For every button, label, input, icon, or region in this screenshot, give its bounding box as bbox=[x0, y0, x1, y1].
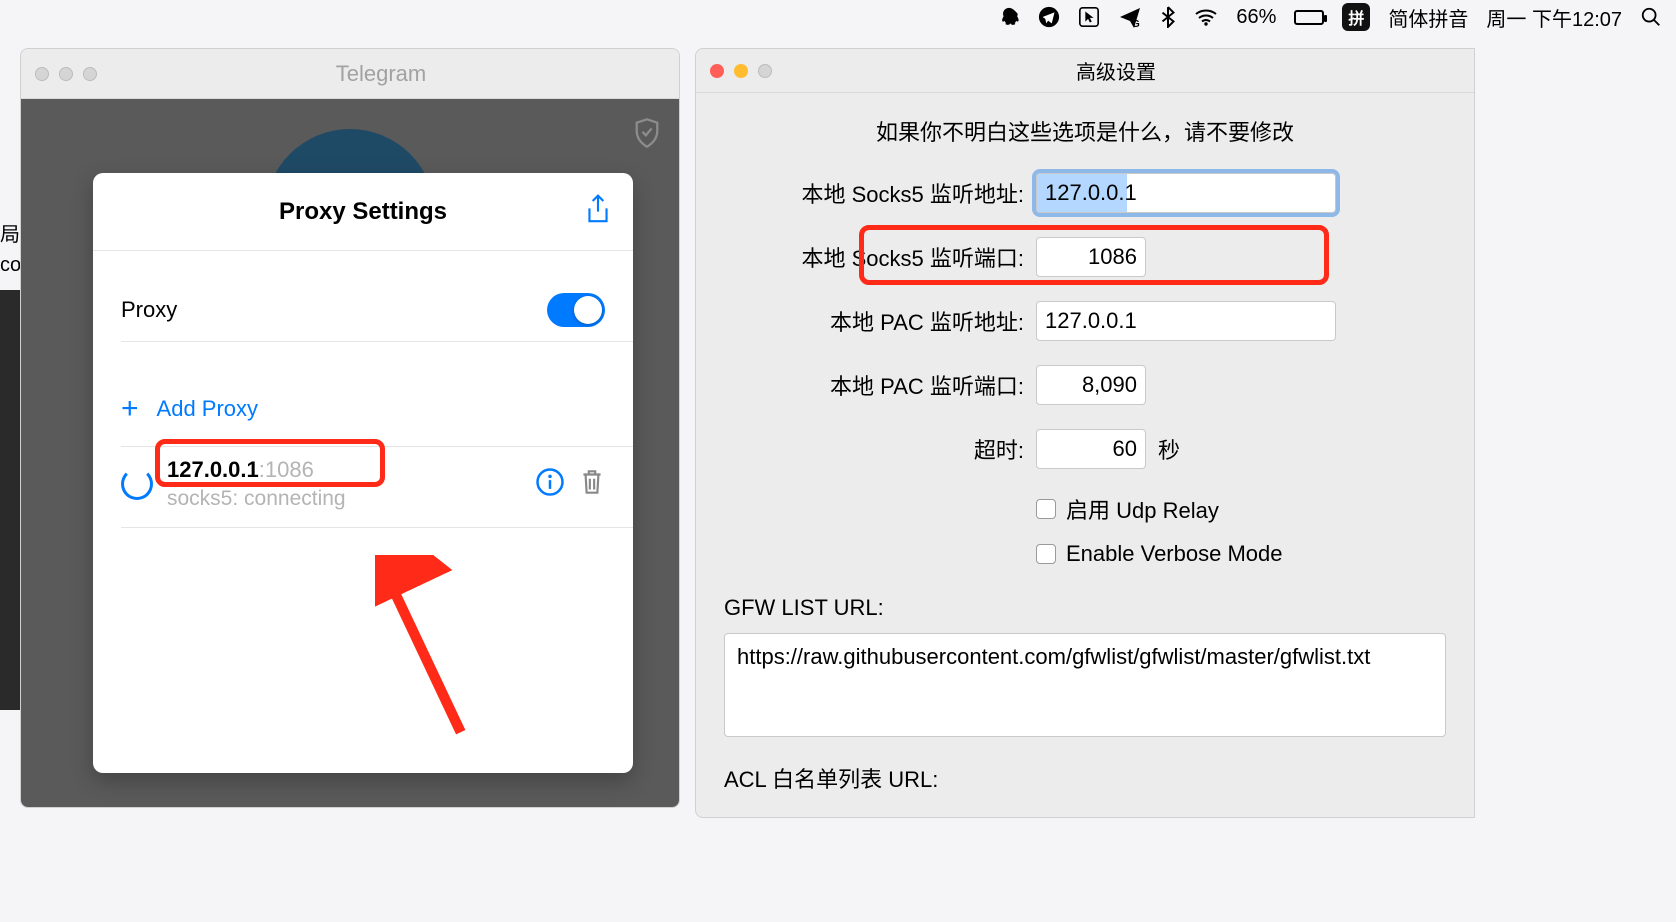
advanced-body: 如果你不明白这些选项是什么，请不要修改 本地 Socks5 监听地址: 本地 S… bbox=[696, 93, 1474, 816]
send-tray-icon[interactable]: G bbox=[1118, 5, 1142, 29]
share-button[interactable] bbox=[585, 193, 611, 230]
advanced-settings-window: 高级设置 如果你不明白这些选项是什么，请不要修改 本地 Socks5 监听地址:… bbox=[695, 48, 1475, 818]
macos-menubar: G 66% 拼 简体拼音 周一 下午12:07 bbox=[984, 0, 1676, 34]
socks5-port-row: 本地 Socks5 监听端口: bbox=[724, 237, 1446, 277]
telegram-title: Telegram bbox=[97, 61, 665, 87]
pac-port-row: 本地 PAC 监听端口: bbox=[724, 365, 1446, 405]
udp-relay-label: 启用 Udp Relay bbox=[1066, 493, 1219, 525]
timeout-input[interactable] bbox=[1036, 429, 1146, 469]
pac-port-label: 本地 PAC 监听端口: bbox=[724, 369, 1024, 401]
minimize-dot[interactable] bbox=[734, 64, 748, 78]
pac-address-row: 本地 PAC 监听地址: bbox=[724, 301, 1446, 341]
proxy-port: :1086 bbox=[259, 457, 314, 482]
qq-icon[interactable] bbox=[998, 6, 1020, 28]
timeout-suffix: 秒 bbox=[1158, 433, 1180, 465]
background-sidebar: 局 co bbox=[0, 220, 22, 710]
pac-port-input[interactable] bbox=[1036, 365, 1146, 405]
proxy-entry[interactable]: 127.0.0.1:1086 socks5: connecting bbox=[93, 447, 633, 527]
advanced-titlebar: 高级设置 bbox=[696, 49, 1474, 93]
minimize-dot[interactable] bbox=[59, 67, 73, 81]
proxy-label: Proxy bbox=[121, 297, 547, 323]
acl-label: ACL 白名单列表 URL: bbox=[724, 762, 1446, 794]
gfw-url-textarea[interactable] bbox=[724, 633, 1446, 737]
delete-button[interactable] bbox=[579, 467, 605, 502]
advanced-title: 高级设置 bbox=[772, 56, 1460, 85]
proxy-popup-title: Proxy Settings bbox=[279, 198, 447, 226]
verbose-checkbox[interactable] bbox=[1036, 544, 1056, 564]
proxy-host: 127.0.0.1 bbox=[167, 457, 259, 482]
socks5-address-input[interactable] bbox=[1036, 173, 1336, 213]
socks5-port-label: 本地 Socks5 监听端口: bbox=[724, 241, 1024, 273]
bg-text-1: 局 bbox=[0, 220, 22, 250]
verbose-label: Enable Verbose Mode bbox=[1066, 541, 1283, 567]
socks5-address-label: 本地 Socks5 监听地址: bbox=[724, 177, 1024, 209]
close-dot[interactable] bbox=[710, 64, 724, 78]
socks5-port-input[interactable] bbox=[1036, 237, 1146, 277]
telegram-body: Proxy Settings Proxy + Add Proxy bbox=[21, 99, 679, 807]
info-button[interactable] bbox=[535, 467, 565, 502]
divider bbox=[121, 527, 633, 528]
battery-percent: 66% bbox=[1236, 6, 1276, 29]
cursor-tray-icon[interactable] bbox=[1078, 6, 1100, 28]
ime-name[interactable]: 简体拼音 bbox=[1388, 3, 1468, 32]
proxy-status: socks5: connecting bbox=[167, 487, 521, 511]
gfw-label: GFW LIST URL: bbox=[724, 595, 1446, 621]
wifi-icon[interactable] bbox=[1194, 8, 1218, 26]
telegram-titlebar: Telegram bbox=[21, 49, 679, 99]
proxy-popup-content: Proxy + Add Proxy 127.0.0.1:1086 bbox=[93, 251, 633, 528]
add-proxy-button[interactable]: + Add Proxy bbox=[93, 372, 633, 446]
verbose-row[interactable]: Enable Verbose Mode bbox=[1036, 541, 1446, 567]
traffic-lights[interactable] bbox=[35, 67, 97, 81]
clock[interactable]: 周一 下午12:07 bbox=[1486, 3, 1622, 32]
udp-relay-row[interactable]: 启用 Udp Relay bbox=[1036, 493, 1446, 525]
proxy-settings-popup: Proxy Settings Proxy + Add Proxy bbox=[93, 173, 633, 773]
proxy-toggle[interactable] bbox=[547, 293, 605, 327]
pac-address-label: 本地 PAC 监听地址: bbox=[724, 305, 1024, 337]
svg-text:G: G bbox=[1132, 19, 1140, 29]
telegram-window: Telegram Proxy Settings Proxy bbox=[20, 48, 680, 808]
gfw-section: GFW LIST URL: bbox=[724, 595, 1446, 742]
proxy-toggle-row: Proxy bbox=[93, 279, 633, 341]
timeout-row: 超时: 秒 bbox=[724, 429, 1446, 469]
zoom-dot[interactable] bbox=[83, 67, 97, 81]
traffic-lights[interactable] bbox=[710, 64, 772, 78]
bg-dark-block bbox=[0, 290, 22, 710]
telegram-tray-icon[interactable] bbox=[1038, 6, 1060, 28]
spotlight-icon[interactable] bbox=[1640, 6, 1662, 28]
add-proxy-label: Add Proxy bbox=[157, 396, 259, 422]
socks5-address-row: 本地 Socks5 监听地址: bbox=[724, 173, 1446, 213]
battery-icon[interactable] bbox=[1294, 10, 1324, 25]
zoom-dot[interactable] bbox=[758, 64, 772, 78]
proxy-address: 127.0.0.1:1086 bbox=[167, 457, 521, 483]
ime-indicator-icon[interactable]: 拼 bbox=[1342, 3, 1370, 31]
udp-relay-checkbox[interactable] bbox=[1036, 499, 1056, 519]
advanced-warning: 如果你不明白这些选项是什么，请不要修改 bbox=[724, 115, 1446, 147]
connecting-spinner-icon bbox=[121, 468, 153, 500]
proxy-popup-header: Proxy Settings bbox=[93, 173, 633, 251]
timeout-label: 超时: bbox=[724, 433, 1024, 465]
pac-address-input[interactable] bbox=[1036, 301, 1336, 341]
shield-icon[interactable] bbox=[633, 117, 661, 154]
plus-icon: + bbox=[121, 392, 139, 426]
bluetooth-icon[interactable] bbox=[1160, 6, 1176, 28]
bg-text-2: co bbox=[0, 250, 22, 280]
close-dot[interactable] bbox=[35, 67, 49, 81]
